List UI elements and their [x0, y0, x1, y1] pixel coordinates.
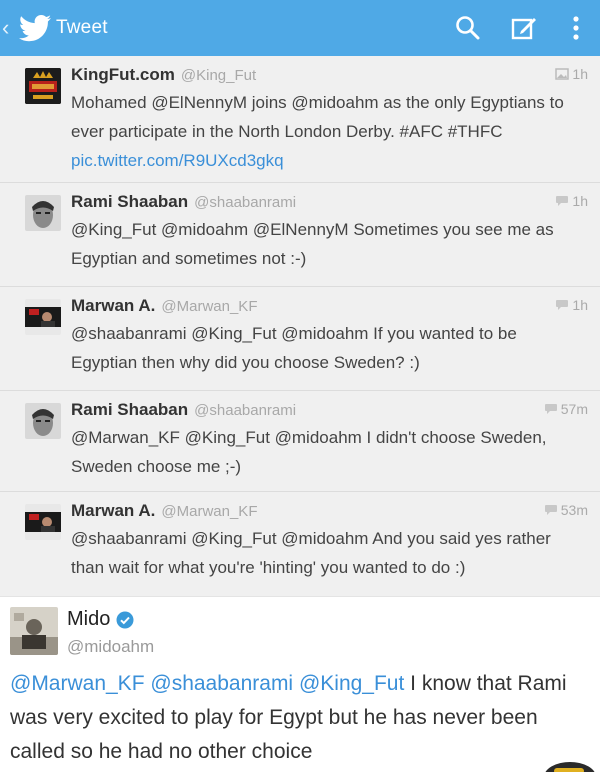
overflow-menu-button[interactable] [552, 0, 600, 56]
author-name[interactable]: Rami Shaaban [71, 400, 188, 420]
author-handle[interactable]: @King_Fut [181, 67, 256, 84]
media-icon [555, 68, 570, 80]
tweet-text: @Marwan_KF @shaabanrami @King_Fut I know… [10, 667, 586, 769]
author-handle[interactable]: @shaabanrami [194, 402, 296, 419]
author-name[interactable]: KingFut.com [71, 65, 175, 85]
marwan-avatar [25, 299, 61, 335]
avatar[interactable] [25, 195, 61, 231]
tweet-text: @Marwan_KF @King_Fut @midoahm I didn't c… [71, 428, 547, 476]
author-handle[interactable]: @Marwan_KF [161, 298, 257, 315]
conversation-thread: KingFut.com @King_Fut 1h Mohamed @ElNenn… [0, 56, 600, 596]
tweet-time: 1h [555, 297, 588, 313]
tweet-header: Rami Shaaban @shaabanrami [71, 187, 588, 217]
tweet-time: 1h [555, 193, 588, 209]
back-chevron-icon[interactable]: ‹ [2, 0, 16, 56]
tweet-time: 1h [555, 66, 588, 82]
conversation-icon [556, 300, 569, 310]
author-name[interactable]: Marwan A. [71, 501, 155, 521]
author-name[interactable]: Marwan A. [71, 296, 155, 316]
author-name-row: Mido [67, 608, 134, 631]
focused-tweet[interactable]: Mido @midoahm @Marwan_KF @shaabanrami @K… [0, 596, 600, 772]
thread-tweet[interactable]: Marwan A. @Marwan_KF 53m @shaabanrami @K… [0, 492, 600, 596]
avatar[interactable] [25, 403, 61, 439]
tweet-text: @shaabanrami @King_Fut @midoahm And you … [71, 529, 551, 577]
twitter-bird-icon[interactable] [18, 14, 52, 42]
tweet-header: Marwan A. @Marwan_KF [71, 291, 588, 321]
thread-tweet[interactable]: Rami Shaaban @shaabanrami 57m @Marwan_KF… [0, 391, 600, 492]
screen-title: Tweet [56, 17, 108, 38]
search-icon [456, 16, 480, 40]
mention-link[interactable]: @Marwan_KF [10, 672, 145, 695]
thread-tweet[interactable]: Rami Shaaban @shaabanrami 1h @King_Fut @… [0, 183, 600, 287]
time-label: 53m [560, 502, 588, 518]
kingfut-logo-avatar [25, 68, 61, 104]
tweet-text: @shaabanrami @King_Fut @midoahm If you w… [71, 324, 517, 372]
overflow-menu-icon [573, 16, 579, 40]
tweet-media-link[interactable]: pic.twitter.com/R9UXcd3gkq [71, 151, 284, 170]
thread-tweet[interactable]: Marwan A. @Marwan_KF 1h @shaabanrami @Ki… [0, 287, 600, 391]
author-name[interactable]: Rami Shaaban [71, 192, 188, 212]
action-bar: ‹ Tweet [0, 0, 600, 56]
compose-icon [511, 18, 536, 40]
author-name[interactable]: Mido [67, 608, 110, 631]
tweet-header: KingFut.com @King_Fut [71, 60, 588, 90]
conversation-icon [544, 404, 557, 414]
compose-button[interactable] [496, 0, 552, 56]
search-button[interactable] [440, 0, 496, 56]
marwan-avatar [25, 504, 61, 540]
rami-shaaban-avatar [25, 195, 61, 231]
thread-tweet[interactable]: KingFut.com @King_Fut 1h Mohamed @ElNenn… [0, 56, 600, 183]
avatar[interactable] [25, 68, 61, 104]
tweet-time: 53m [544, 502, 588, 518]
mention-link[interactable]: @shaabanrami [150, 672, 293, 695]
author-handle[interactable]: @Marwan_KF [161, 503, 257, 520]
time-label: 1h [572, 193, 588, 209]
verified-badge-icon [116, 611, 134, 628]
tweet-time: 57m [544, 401, 588, 417]
avatar[interactable] [25, 504, 61, 540]
rami-shaaban-avatar [25, 403, 61, 439]
time-label: 1h [572, 297, 588, 313]
tweet-body-text: Mohamed @ElNennyM joins @midoahm as the … [71, 93, 564, 141]
tweet-text: Mohamed @ElNennyM joins @midoahm as the … [71, 88, 576, 175]
tweet-header: Marwan A. @Marwan_KF [71, 496, 588, 526]
conversation-icon [556, 196, 569, 206]
avatar[interactable] [10, 607, 58, 655]
conversation-icon [544, 505, 557, 515]
tweet-text: @King_Fut @midoahm @ElNennyM Sometimes y… [71, 220, 554, 268]
mention-link[interactable]: @King_Fut [299, 672, 404, 695]
avatar[interactable] [25, 299, 61, 335]
tweet-header: Rami Shaaban @shaabanrami [71, 395, 588, 425]
author-handle[interactable]: @midoahm [67, 637, 154, 657]
time-label: 57m [560, 401, 588, 417]
time-label: 1h [572, 66, 588, 82]
author-handle[interactable]: @shaabanrami [194, 194, 296, 211]
mido-avatar [10, 607, 58, 655]
